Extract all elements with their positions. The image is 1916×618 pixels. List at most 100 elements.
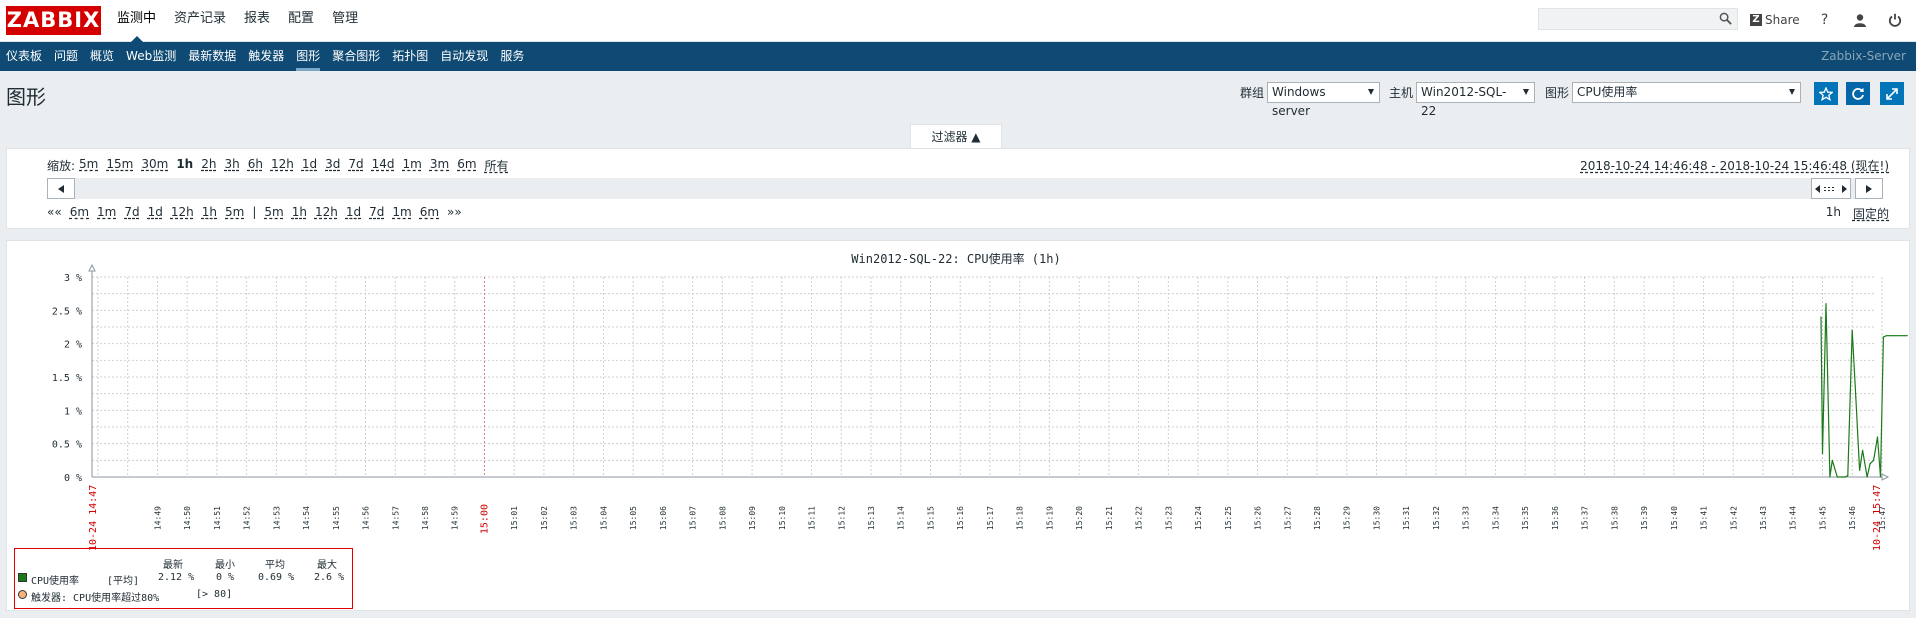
nav-forward-4[interactable]: 7d — [369, 205, 384, 219]
zoom-option-11[interactable]: 14d — [372, 157, 395, 174]
chevron-down-icon — [1368, 89, 1375, 95]
timeline-scrollbar[interactable] — [47, 178, 1883, 199]
sub-nav-item-8[interactable]: 拓扑图 — [386, 42, 434, 71]
sub-nav-item-5[interactable]: 触发器 — [242, 42, 290, 71]
refresh-icon — [1852, 87, 1864, 100]
favorite-button[interactable] — [1814, 82, 1838, 105]
legend-series-value: 2.12 % — [158, 572, 195, 583]
legend-series-func: [平均] — [107, 576, 140, 587]
zoom-option-8[interactable]: 1d — [302, 157, 317, 174]
sub-nav-item-1[interactable]: 问题 — [48, 42, 84, 71]
sub-nav-item-2[interactable]: 概览 — [84, 42, 120, 71]
period-value: 1h — [1825, 205, 1841, 219]
legend-series-value: 2.6 % — [314, 572, 345, 583]
nav-back-1[interactable]: 1m — [97, 205, 116, 219]
main-nav-item-4[interactable]: 管理 — [323, 0, 367, 42]
nav-back-5[interactable]: 1h — [202, 205, 217, 219]
page-title: 图形 — [6, 85, 46, 109]
chevron-down-icon — [1789, 89, 1796, 95]
chevron-down-icon — [1523, 89, 1530, 95]
share-icon: Z — [1750, 14, 1762, 26]
period-navigation: «« 6m 1m 7d 1d 12h 1h 5m | 5m 1h 12h 1d 7d 1m 6m »» — [47, 205, 470, 219]
zoom-row: 缩放: 5m 15m 30m 1h 2h 3h 6h 12h 1d 3d 7d 14d 1m 3m 6m 所有 — [47, 157, 517, 174]
sub-nav-item-3[interactable]: Web监测 — [120, 42, 182, 71]
search-icon[interactable] — [1719, 12, 1732, 25]
sub-nav-item-7[interactable]: 聚合图形 — [326, 42, 386, 71]
period-info: 1h 固定的 — [1814, 205, 1889, 222]
legend-trigger-text: 触发器: CPU使用率超过80% — [31, 593, 160, 604]
drag-handle-icon — [1815, 184, 1847, 193]
nav-back-0[interactable]: 6m — [70, 205, 89, 219]
zoom-option-10[interactable]: 7d — [348, 157, 363, 174]
main-nav-item-3[interactable]: 配置 — [279, 0, 323, 42]
sub-nav-item-4[interactable]: 最新数据 — [182, 42, 242, 71]
legend-trigger-icon — [18, 590, 27, 599]
graph-select[interactable]: CPU使用率 — [1572, 82, 1802, 103]
user-icon[interactable] — [1853, 13, 1867, 27]
arrow-left-icon — [58, 184, 64, 193]
zoom-option-12[interactable]: 1m — [403, 157, 422, 174]
nav-back-3[interactable]: 1d — [148, 205, 163, 219]
nav-separator: | — [252, 205, 257, 219]
legend-trigger-condition: [> 80] — [196, 589, 233, 600]
star-icon — [1819, 86, 1833, 101]
nav-forward-3[interactable]: 1d — [346, 205, 361, 219]
zoom-option-6[interactable]: 6h — [248, 157, 263, 174]
zoom-option-7[interactable]: 12h — [271, 157, 294, 174]
zoom-option-9[interactable]: 3d — [325, 157, 340, 174]
zoom-option-5[interactable]: 3h — [224, 157, 239, 174]
nav-forward-1[interactable]: 1h — [292, 205, 307, 219]
refresh-button[interactable] — [1846, 82, 1870, 105]
main-nav-item-1[interactable]: 资产记录 — [165, 0, 235, 42]
nav-back-4[interactable]: 12h — [171, 205, 194, 219]
zabbix-logo[interactable]: ZABBIX — [6, 6, 101, 35]
scroll-right-button[interactable] — [1855, 178, 1883, 199]
zoom-option-2[interactable]: 30m — [141, 157, 168, 174]
legend-series-value: 0.69 % — [258, 572, 295, 583]
nav-forward-6[interactable]: 6m — [420, 205, 439, 219]
scroll-left-button[interactable] — [47, 178, 75, 199]
nav-forward-5[interactable]: 1m — [392, 205, 411, 219]
host-select[interactable]: Win2012-SQL-22 — [1416, 82, 1536, 118]
sub-nav-item-10[interactable]: 服务 — [494, 42, 530, 71]
sub-nav-item-6[interactable]: 图形 — [290, 42, 326, 71]
zoom-option-4[interactable]: 2h — [201, 157, 216, 174]
fixed-toggle[interactable]: 固定的 — [1853, 205, 1889, 222]
legend-header: 最大 — [317, 560, 337, 571]
legend-header: 最小 — [215, 560, 235, 571]
main-nav-item-2[interactable]: 报表 — [235, 0, 279, 42]
help-icon[interactable]: ? — [1818, 12, 1832, 28]
group-label: 群组 — [1240, 86, 1265, 100]
main-nav: 监测中 资产记录 报表 配置 管理 — [108, 0, 367, 43]
zoom-option-15[interactable]: 所有 — [485, 157, 509, 174]
graph-label: 图形 — [1545, 86, 1570, 100]
nav-back-6[interactable]: 5m — [225, 205, 244, 219]
zoom-option-1[interactable]: 15m — [106, 157, 133, 174]
search-input[interactable] — [1539, 9, 1709, 29]
legend-header: 最新 — [163, 560, 183, 571]
time-range-text[interactable]: 2018-10-24 14:46:48 - 2018-10-24 15:46:4… — [1580, 157, 1889, 174]
main-nav-item-0[interactable]: 监测中 — [108, 0, 165, 43]
server-name: Zabbix-Server — [1821, 49, 1906, 63]
scroll-handle[interactable] — [1811, 178, 1851, 199]
zoom-option-3[interactable]: 1h — [176, 157, 193, 174]
nav-forward-0[interactable]: 5m — [264, 205, 283, 219]
filter-toggle-tab[interactable]: 过滤器 ▲ — [910, 124, 1002, 149]
share-button[interactable]: Z Share — [1750, 13, 1800, 27]
group-select[interactable]: Windows server — [1267, 82, 1381, 118]
zoom-option-14[interactable]: 6m — [457, 157, 476, 174]
zoom-option-0[interactable]: 5m — [79, 157, 98, 174]
sub-nav-item-9[interactable]: 自动发现 — [434, 42, 494, 71]
power-icon[interactable] — [1888, 13, 1902, 27]
legend-header: 平均 — [265, 560, 285, 571]
nav-back-2[interactable]: 7d — [124, 205, 139, 219]
zoom-option-13[interactable]: 3m — [430, 157, 449, 174]
fullscreen-button[interactable] — [1880, 82, 1904, 105]
sub-nav-item-0[interactable]: 仪表板 — [0, 42, 48, 71]
expand-icon — [1886, 87, 1898, 100]
arrow-right-icon — [1866, 184, 1872, 193]
time-filter-panel: 缩放: 5m 15m 30m 1h 2h 3h 6h 12h 1d 3d 7d 14d 1m 3m 6m 所有… — [6, 148, 1910, 229]
search-box[interactable] — [1538, 8, 1738, 30]
nav-forward-2[interactable]: 12h — [315, 205, 338, 219]
legend-series-value: 0 % — [216, 572, 235, 583]
